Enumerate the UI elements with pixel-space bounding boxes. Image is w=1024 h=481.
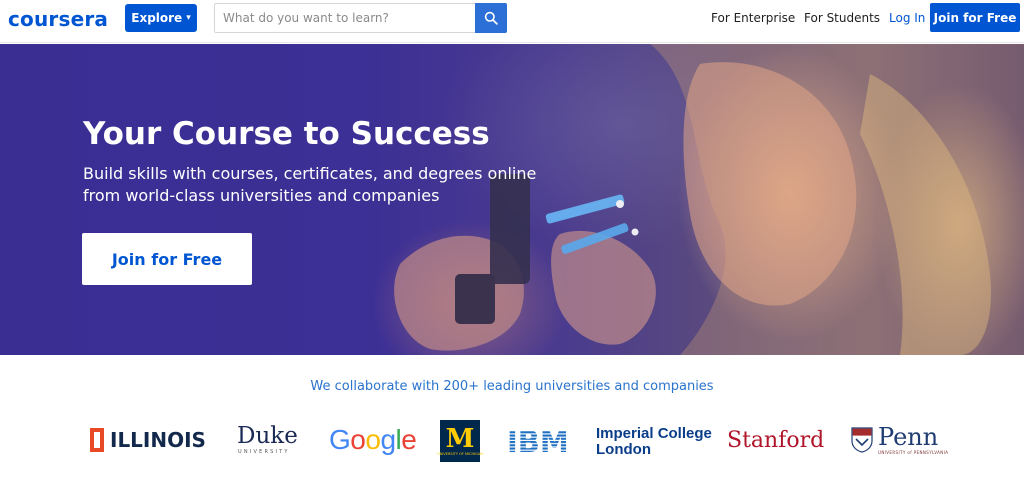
svg-text:IBM: IBM (507, 428, 569, 454)
illinois-logo[interactable]: ILLINOIS (90, 428, 206, 452)
penn-subtitle: UNIVERSITY of PENNSYLVANIA (878, 450, 949, 455)
ibm-wordmark: IBM (507, 428, 569, 454)
imperial-college-logo[interactable]: Imperial College London (596, 426, 712, 458)
michigan-block-m: M (445, 423, 475, 454)
duke-logo[interactable]: Duke UNIVERSITY (237, 423, 298, 455)
imperial-line1: Imperial College (596, 425, 712, 442)
explore-button[interactable]: Explore ▾ (125, 4, 197, 32)
illinois-block-i-icon (90, 428, 104, 452)
michigan-logo[interactable]: M UNIVERSITY OF MICHIGAN (437, 420, 483, 462)
google-wordmark: Google (329, 424, 417, 455)
duke-wordmark: Duke (237, 423, 298, 449)
stanford-logo[interactable]: Stanford (727, 428, 824, 453)
hero-title: Your Course to Success (83, 116, 490, 152)
search-icon (484, 11, 498, 25)
explore-label: Explore (131, 11, 183, 25)
penn-text: Penn UNIVERSITY of PENNSYLVANIA (878, 424, 948, 455)
hero-subtitle-line2: from world-class universities and compan… (83, 186, 440, 205)
login-link[interactable]: Log In (889, 11, 925, 25)
duke-subtitle: UNIVERSITY (238, 449, 290, 455)
penn-shield-icon (851, 426, 873, 453)
penn-wordmark: Penn (878, 423, 939, 451)
hero-subtitle-line1: Build skills with courses, certificates,… (83, 164, 537, 183)
search-input[interactable] (215, 4, 477, 32)
ibm-logo[interactable]: IBM (507, 428, 571, 454)
for-students-link[interactable]: For Students (804, 11, 880, 25)
penn-logo[interactable]: Penn UNIVERSITY of PENNSYLVANIA (851, 424, 948, 455)
imperial-line2: London (596, 441, 651, 458)
top-navigation-bar: coursera Explore ▾ For Enterprise For St… (0, 0, 1024, 43)
hero-banner: Your Course to Success Build skills with… (0, 44, 1024, 355)
search-bar (214, 3, 507, 33)
chevron-down-icon: ▾ (186, 13, 191, 23)
michigan-subtitle: UNIVERSITY OF MICHIGAN (437, 451, 483, 456)
search-button[interactable] (475, 3, 507, 33)
join-for-free-nav-button[interactable]: Join for Free (930, 3, 1020, 32)
google-logo[interactable]: Google (329, 424, 417, 456)
partners-heading: We collaborate with 200+ leading univers… (310, 379, 714, 394)
for-enterprise-link[interactable]: For Enterprise (711, 11, 795, 25)
hero-subtitle: Build skills with courses, certificates,… (83, 163, 537, 207)
illinois-wordmark: ILLINOIS (110, 428, 206, 452)
join-for-free-hero-button[interactable]: Join for Free (82, 233, 252, 285)
stanford-wordmark: Stanford (727, 428, 825, 453)
coursera-logo[interactable]: coursera (8, 7, 108, 31)
